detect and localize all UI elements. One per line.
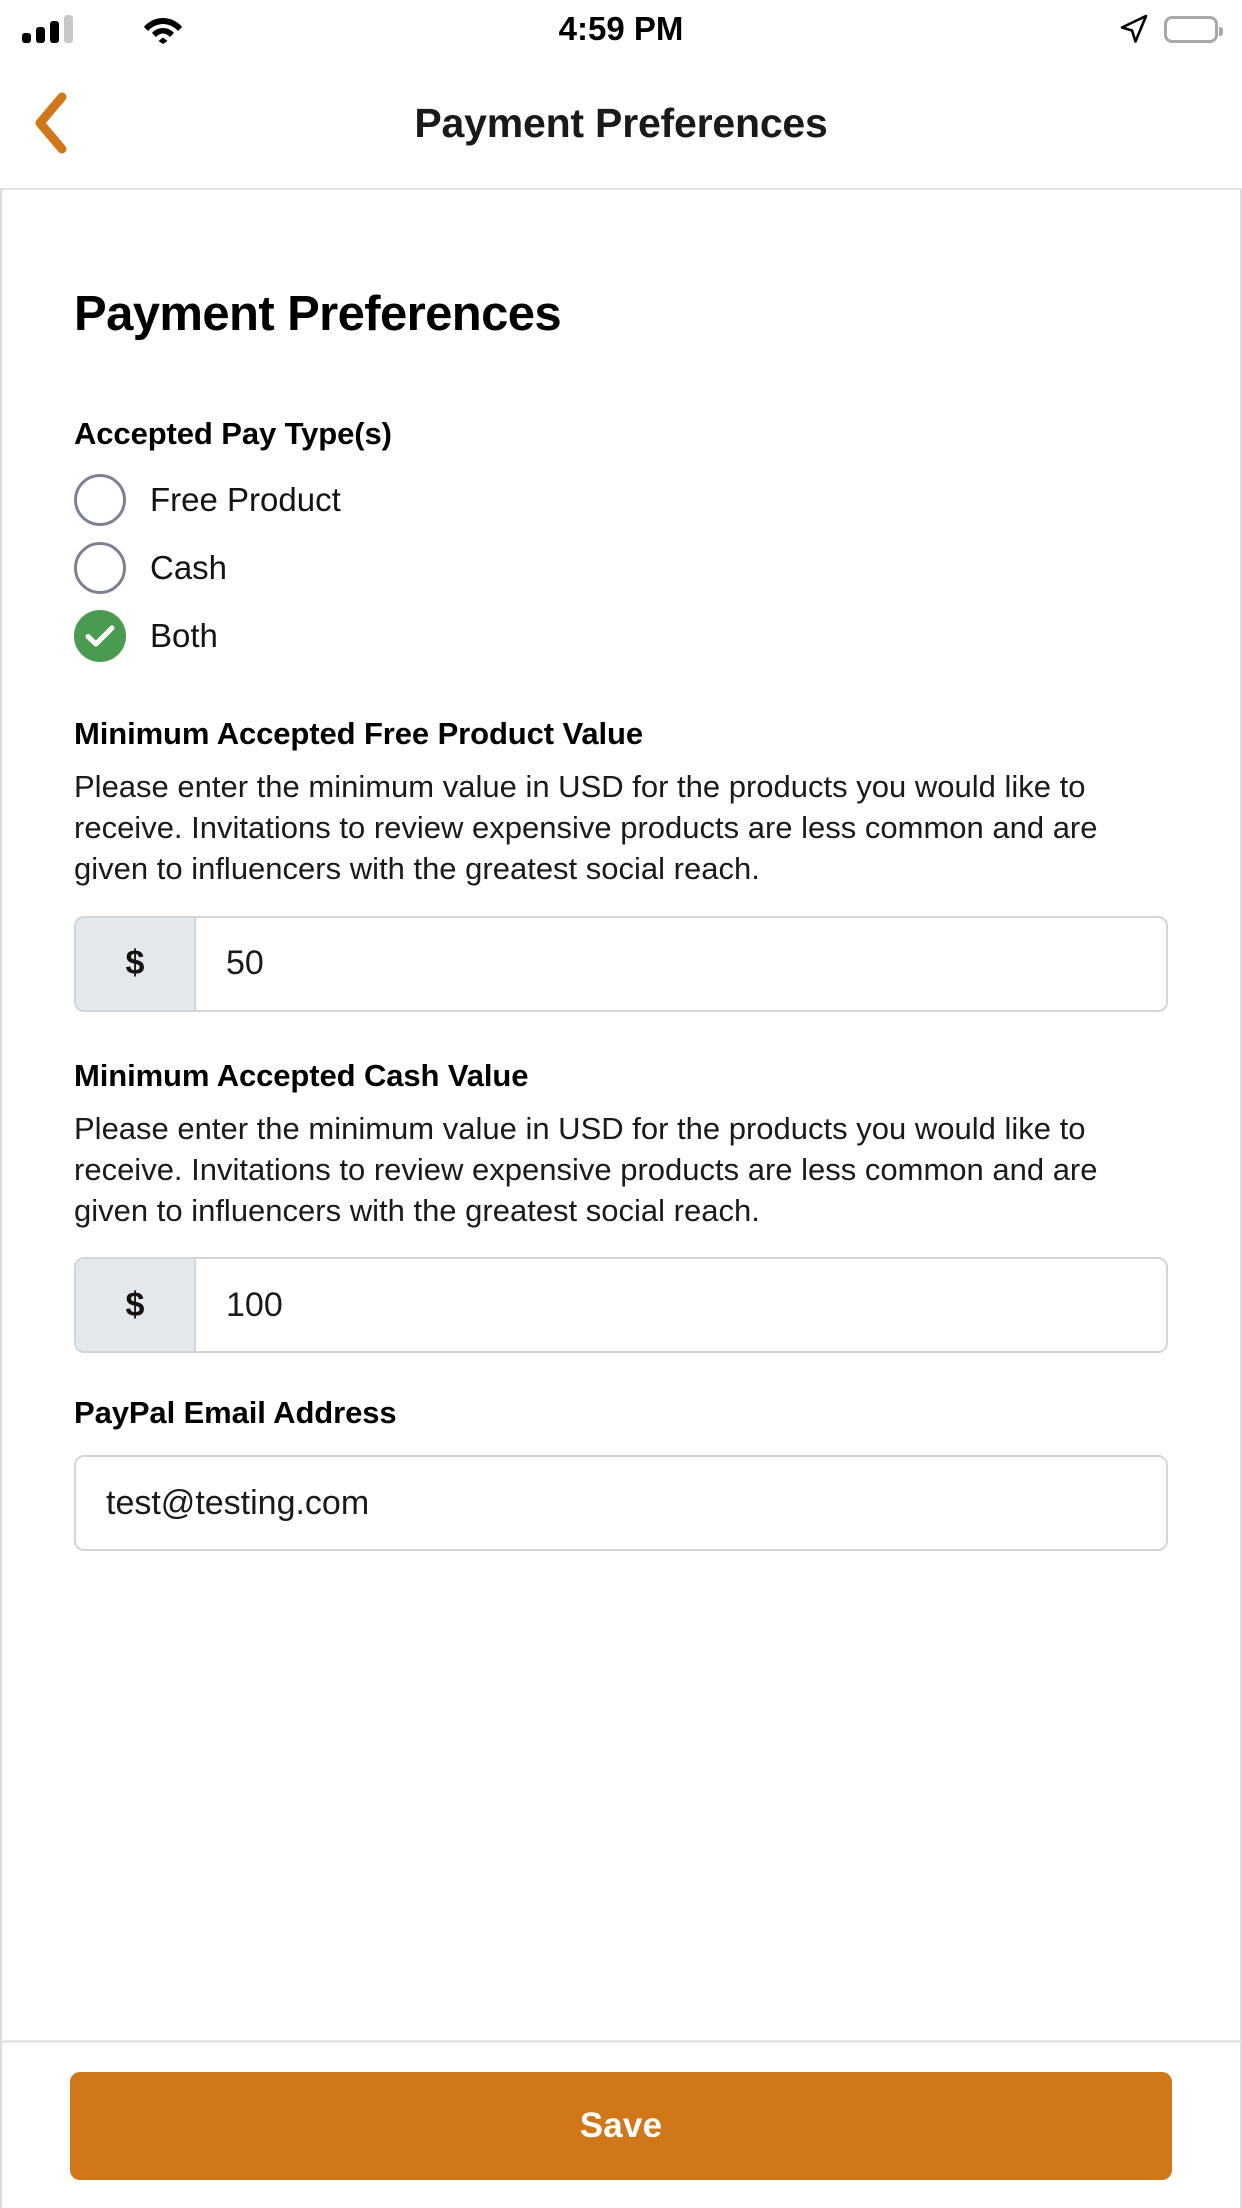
dollar-sign-icon: $ [76, 917, 196, 1010]
radio-indicator[interactable] [74, 474, 126, 526]
chevron-left-icon [28, 92, 72, 154]
accepted-pay-types-label: Accepted Pay Type(s) [74, 416, 392, 451]
min-free-product-group: Minimum Accepted Free Product Value Plea… [74, 716, 1168, 1012]
min-cash-group: Minimum Accepted Cash Value Please enter… [74, 1058, 1168, 1354]
navigation-bar: Payment Preferences [0, 58, 1242, 190]
paypal-email-label: PayPal Email Address [74, 1395, 397, 1431]
radio-indicator-selected[interactable] [74, 610, 126, 662]
footer-bar: Save [0, 2040, 1242, 2208]
accepted-pay-types-group: Free Product Cash Both [74, 466, 1168, 670]
app-screen: 4:59 PM Payment Preferences Payment Pref… [0, 0, 1242, 2208]
radio-option-label: Free Product [150, 481, 341, 518]
status-bar-right [1118, 0, 1223, 58]
radio-option-cash[interactable]: Cash [74, 534, 1168, 602]
radio-option-both[interactable]: Both [74, 602, 1168, 670]
paypal-email-group: PayPal Email Address [74, 1395, 1168, 1552]
min-free-product-label: Minimum Accepted Free Product Value [74, 716, 643, 751]
radio-option-label: Both [150, 617, 218, 654]
status-bar: 4:59 PM [0, 0, 1242, 58]
min-cash-label: Minimum Accepted Cash Value [74, 1057, 529, 1093]
min-free-product-input-shell[interactable]: $ [74, 915, 1168, 1012]
min-free-product-input[interactable] [196, 917, 1166, 1010]
min-cash-input[interactable] [196, 1259, 1166, 1352]
min-cash-input-shell[interactable]: $ [74, 1257, 1168, 1354]
radio-option-free-product[interactable]: Free Product [74, 466, 1168, 534]
save-button[interactable]: Save [70, 2071, 1172, 2180]
nav-title: Payment Preferences [414, 99, 828, 146]
radio-indicator[interactable] [74, 542, 126, 594]
location-arrow-icon [1118, 13, 1150, 45]
back-button[interactable] [14, 87, 86, 159]
paypal-email-input[interactable] [74, 1455, 1168, 1552]
page-title: Payment Preferences [74, 287, 562, 341]
dollar-sign-icon: $ [76, 1259, 196, 1352]
radio-option-label: Cash [150, 549, 228, 586]
status-bar-clock: 4:59 PM [558, 10, 684, 47]
battery-icon [1164, 15, 1223, 43]
min-cash-help: Please enter the minimum value in USD fo… [74, 1110, 1098, 1229]
min-free-product-help: Please enter the minimum value in USD fo… [74, 769, 1098, 887]
page-content: Payment Preferences Accepted Pay Type(s)… [0, 190, 1242, 2040]
check-icon [85, 625, 115, 647]
